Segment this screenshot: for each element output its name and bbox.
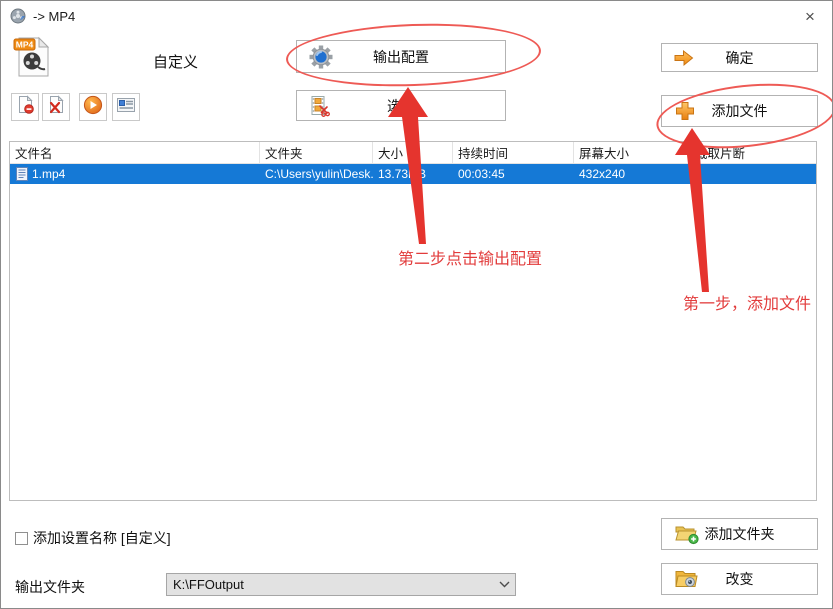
change-folder-button[interactable]: 改变 [661, 563, 818, 595]
output-folder-label: 输出文件夹 [15, 577, 85, 597]
video-file-icon [16, 167, 28, 181]
cell-screensize: 432x240 [574, 164, 690, 184]
cell-clip [690, 164, 816, 184]
col-header-size[interactable]: 大小 [373, 142, 453, 163]
append-name-label: 添加设置名称 [自定义] [33, 528, 171, 548]
mp4-file-type-icon: MP4 [13, 34, 51, 84]
app-window: -> MP4 × MP4 自定义 [0, 0, 833, 609]
orange-arrow-icon [674, 49, 694, 67]
add-folder-button[interactable]: 添加文件夹 [661, 518, 818, 550]
append-name-option: 添加设置名称 [自定义] [15, 528, 171, 548]
output-folder-combobox[interactable]: K:\FFOutput [166, 573, 516, 596]
filmstrip-scissors-icon [309, 95, 331, 117]
col-header-folder[interactable]: 文件夹 [260, 142, 373, 163]
step2-annotation-text: 第二步点击输出配置 [398, 245, 542, 269]
cell-duration: 00:03:45 [453, 164, 574, 184]
table-row[interactable]: 1.mp4 C:\Users\yulin\Desk... 13.73MB 00:… [10, 164, 816, 184]
close-button[interactable]: × [796, 5, 824, 29]
col-header-duration[interactable]: 持续时间 [453, 142, 574, 163]
cell-size: 13.73MB [373, 164, 453, 184]
col-header-screensize[interactable]: 屏幕大小 [574, 142, 690, 163]
step1-annotation-text: 第一步，添加文件 [683, 290, 811, 314]
col-header-filename[interactable]: 文件名 [10, 142, 260, 163]
play-button[interactable] [79, 93, 107, 121]
cell-filename: 1.mp4 [10, 164, 260, 184]
options-button[interactable]: 选项 [296, 90, 506, 121]
remove-file-icon [16, 95, 35, 119]
properties-button[interactable] [112, 93, 140, 121]
folder-change-icon [674, 568, 700, 590]
output-folder-value: K:\FFOutput [167, 577, 493, 592]
svg-text:MP4: MP4 [16, 40, 34, 50]
properties-icon [116, 96, 136, 119]
cell-folder: C:\Users\yulin\Desk... [260, 164, 373, 184]
file-list: 文件名 文件夹 大小 持续时间 屏幕大小 截取片断 1.mp4 C:\Users… [9, 141, 817, 501]
preset-name-label: 自定义 [153, 51, 198, 72]
clear-list-button[interactable] [42, 93, 70, 121]
append-name-checkbox[interactable] [15, 532, 28, 545]
remove-file-button[interactable] [11, 93, 39, 121]
clear-list-icon [47, 95, 66, 119]
window-title: -> MP4 [33, 9, 75, 24]
chevron-down-icon [493, 581, 515, 588]
app-icon [10, 8, 26, 29]
play-icon [83, 95, 103, 120]
confirm-button[interactable]: 确定 [661, 43, 818, 72]
folder-plus-icon [674, 523, 700, 545]
